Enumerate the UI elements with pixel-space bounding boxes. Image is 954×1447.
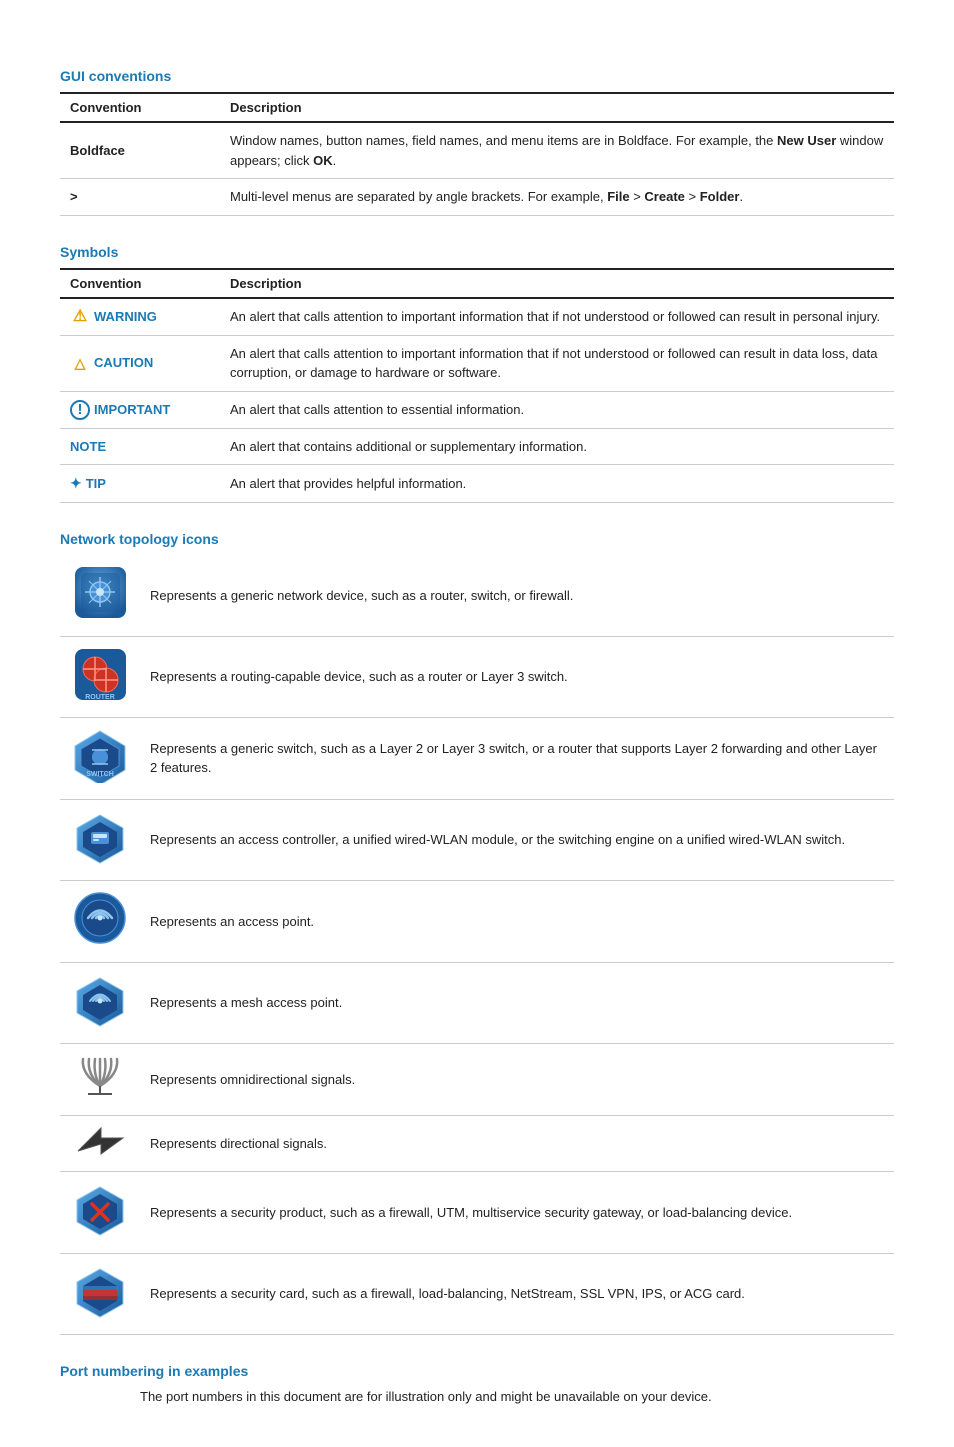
svg-text:ROUTER: ROUTER <box>85 694 115 701</box>
table-row: ✦ TIP An alert that provides helpful inf… <box>60 465 894 503</box>
icon-cell-switch: SWITCH <box>60 718 140 800</box>
network-topology-table: Represents a generic network device, suc… <box>60 555 894 1335</box>
symbols-title: Symbols <box>60 244 894 260</box>
icon-cell-access-controller <box>60 799 140 881</box>
table-row: Represents an access point. <box>60 881 894 963</box>
description-cell-access-point: Represents an access point. <box>140 881 894 963</box>
description-cell: Multi-level menus are separated by angle… <box>220 179 894 216</box>
caution-description: An alert that calls attention to importa… <box>220 335 894 391</box>
icon-cell-omni-signal <box>60 1044 140 1116</box>
generic-device-icon <box>73 565 128 620</box>
sym-col1-header: Convention <box>60 269 220 298</box>
access-point-icon <box>73 891 128 946</box>
directional-signal-icon <box>73 1126 128 1156</box>
table-row: Represents a security product, such as a… <box>60 1172 894 1254</box>
note-label-text: NOTE <box>70 439 106 454</box>
icon-cell-mesh-access-point <box>60 962 140 1044</box>
table-row: Boldface Window names, button names, fie… <box>60 122 894 179</box>
description-cell-generic-device: Represents a generic network device, suc… <box>140 555 894 636</box>
gui-conventions-title: GUI conventions <box>60 68 894 84</box>
important-circle-icon: ! <box>70 400 90 420</box>
router-icon: ROUTER <box>73 647 128 702</box>
gui-col2-header: Description <box>220 93 894 122</box>
network-topology-title: Network topology icons <box>60 531 894 547</box>
sym-col2-header: Description <box>220 269 894 298</box>
icon-cell-generic-device <box>60 555 140 636</box>
table-row: NOTE An alert that contains additional o… <box>60 428 894 465</box>
svg-text:SWITCH: SWITCH <box>86 771 114 778</box>
convention-cell: Boldface <box>60 122 220 179</box>
security-card-icon <box>73 1264 128 1319</box>
security-product-icon <box>73 1182 128 1237</box>
table-row: Represents a mesh access point. <box>60 962 894 1044</box>
description-cell-access-controller: Represents an access controller, a unifi… <box>140 799 894 881</box>
tip-convention: ✦ TIP <box>60 465 220 503</box>
tip-label-text: TIP <box>86 474 106 494</box>
important-description: An alert that calls attention to essenti… <box>220 391 894 428</box>
convention-cell: > <box>60 179 220 216</box>
table-row: Represents a security card, such as a fi… <box>60 1253 894 1335</box>
note-convention: NOTE <box>60 428 220 465</box>
switch-icon: SWITCH <box>73 728 128 783</box>
table-row: Represents a generic network device, suc… <box>60 555 894 636</box>
table-row: ⚠ WARNING An alert that calls attention … <box>60 298 894 336</box>
table-row: ROUTER Represents a routing-capable devi… <box>60 636 894 718</box>
important-convention: ! IMPORTANT <box>60 391 220 428</box>
port-numbering-section: Port numbering in examples The port numb… <box>60 1363 894 1407</box>
table-row: Represents omnidirectional signals. <box>60 1044 894 1116</box>
important-label-text: IMPORTANT <box>94 400 170 420</box>
tip-description: An alert that provides helpful informati… <box>220 465 894 503</box>
caution-convention: △ CAUTION <box>60 335 220 391</box>
table-row: Represents directional signals. <box>60 1115 894 1172</box>
caution-label-text: CAUTION <box>94 353 153 373</box>
network-topology-section: Network topology icons <box>60 531 894 1335</box>
description-cell-mesh-access-point: Represents a mesh access point. <box>140 962 894 1044</box>
symbols-table: Convention Description ⚠ WARNING An aler… <box>60 268 894 504</box>
warning-description: An alert that calls attention to importa… <box>220 298 894 336</box>
description-cell: Window names, button names, field names,… <box>220 122 894 179</box>
warning-label-text: WARNING <box>94 307 157 327</box>
access-controller-icon <box>73 810 128 865</box>
tip-bulb-icon: ✦ <box>70 473 82 494</box>
gui-col1-header: Convention <box>60 93 220 122</box>
table-row: ! IMPORTANT An alert that calls attentio… <box>60 391 894 428</box>
description-cell-security-card: Represents a security card, such as a fi… <box>140 1253 894 1335</box>
mesh-access-point-icon <box>73 973 128 1028</box>
icon-cell-directional-signal <box>60 1115 140 1172</box>
port-numbering-description: The port numbers in this document are fo… <box>140 1387 894 1407</box>
symbols-section: Symbols Convention Description ⚠ WARNING… <box>60 244 894 504</box>
warning-triangle-icon: ⚠ <box>70 307 90 327</box>
icon-cell-security-product <box>60 1172 140 1254</box>
description-cell-switch: Represents a generic switch, such as a L… <box>140 718 894 800</box>
table-row: △ CAUTION An alert that calls attention … <box>60 335 894 391</box>
note-description: An alert that contains additional or sup… <box>220 428 894 465</box>
gui-conventions-section: GUI conventions Convention Description B… <box>60 68 894 216</box>
table-row: SWITCH Represents a generic switch, such… <box>60 718 894 800</box>
description-cell-router: Represents a routing-capable device, suc… <box>140 636 894 718</box>
table-row: > Multi-level menus are separated by ang… <box>60 179 894 216</box>
description-cell-directional-signal: Represents directional signals. <box>140 1115 894 1172</box>
port-numbering-title: Port numbering in examples <box>60 1363 894 1379</box>
table-row: Represents an access controller, a unifi… <box>60 799 894 881</box>
description-cell-security-product: Represents a security product, such as a… <box>140 1172 894 1254</box>
icon-cell-security-card <box>60 1253 140 1335</box>
description-cell-omni-signal: Represents omnidirectional signals. <box>140 1044 894 1116</box>
omni-signal-icon <box>73 1054 128 1099</box>
icon-cell-router: ROUTER <box>60 636 140 718</box>
icon-cell-access-point <box>60 881 140 963</box>
gui-conventions-table: Convention Description Boldface Window n… <box>60 92 894 216</box>
caution-triangle-icon: △ <box>70 353 90 373</box>
warning-convention: ⚠ WARNING <box>60 298 220 336</box>
